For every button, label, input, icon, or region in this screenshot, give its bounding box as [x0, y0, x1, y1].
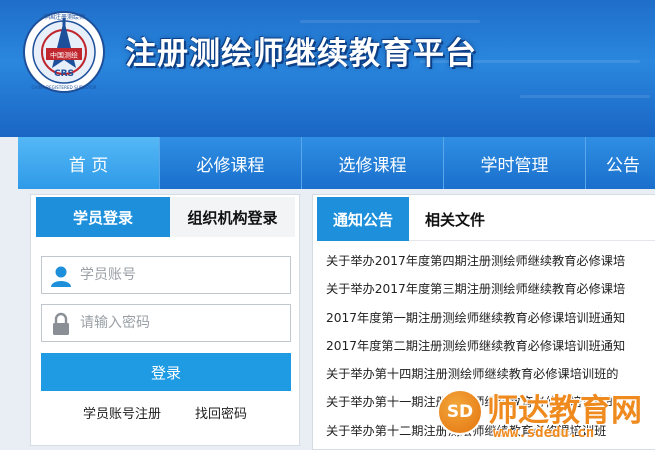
- tab-student-login[interactable]: 学员登录: [36, 197, 170, 237]
- login-tabs: 学员登录 组织机构登录: [36, 197, 295, 237]
- watermark-url: www.sdedu.cn: [493, 425, 595, 441]
- nav-item-required-courses[interactable]: 必修课程: [160, 137, 302, 189]
- register-link[interactable]: 学员账号注册: [83, 403, 161, 422]
- notice-tabs: 通知公告 相关文件: [317, 197, 655, 241]
- password-input[interactable]: [80, 305, 285, 341]
- site-title: 注册测绘师继续教育平台: [125, 36, 477, 72]
- login-button[interactable]: 登录: [41, 353, 291, 391]
- watermark: SD 师达教育网 www.sdedu.cn: [437, 383, 655, 450]
- nav-item-elective-courses[interactable]: 选修课程: [302, 137, 444, 189]
- site-header: 中国测绘 CRS 中国注册测绘师 CHINA REGISTERED SURVEY…: [0, 0, 655, 137]
- account-field: [41, 256, 291, 294]
- header-decoration: [520, 95, 650, 98]
- notice-item[interactable]: 关于举办2017年度第四期注册测绘师继续教育必修课培: [326, 247, 655, 275]
- tab-organization-login[interactable]: 组织机构登录: [170, 197, 295, 237]
- user-icon: [51, 266, 71, 287]
- crs-compass-logo-icon: 中国测绘 CRS 中国注册测绘师 CHINA REGISTERED SURVEY…: [23, 11, 105, 93]
- logo-lettering-cn: 中国测绘: [50, 51, 78, 60]
- tab-related-documents[interactable]: 相关文件: [409, 197, 501, 241]
- login-panel: 学员登录 组织机构登录 登录 学员账号注册 找回密码: [30, 194, 300, 446]
- watermark-text: 师达教育网: [487, 393, 642, 429]
- nav-item-credit-management[interactable]: 学时管理: [444, 137, 586, 189]
- nav-item-announcements[interactable]: 公告: [586, 137, 655, 189]
- watermark-badge: SD: [437, 389, 483, 435]
- notice-item[interactable]: 关于举办2017年度第三期注册测绘师继续教育必修课培: [326, 275, 655, 303]
- lock-icon: [53, 312, 69, 335]
- logo-lettering-top: 中国注册测绘师: [43, 13, 85, 21]
- header-decoration: [300, 20, 480, 23]
- notice-item[interactable]: 2017年度第一期注册测绘师继续教育必修课培训班通知: [326, 304, 655, 332]
- main-nav: 首 页 必修课程 选修课程 学时管理 公告: [18, 137, 655, 189]
- watermark-badge-text: SD: [446, 402, 474, 422]
- account-input[interactable]: [80, 257, 285, 293]
- forgot-password-link[interactable]: 找回密码: [195, 403, 247, 422]
- logo-lettering-en: CHINA REGISTERED SURVEYOR: [31, 85, 96, 90]
- nav-item-home[interactable]: 首 页: [18, 137, 160, 189]
- password-field: [41, 304, 291, 342]
- logo-lettering-crs: CRS: [54, 69, 74, 79]
- tab-notices[interactable]: 通知公告: [317, 197, 409, 241]
- notice-item[interactable]: 2017年度第二期注册测绘师继续教育必修课培训班通知: [326, 332, 655, 360]
